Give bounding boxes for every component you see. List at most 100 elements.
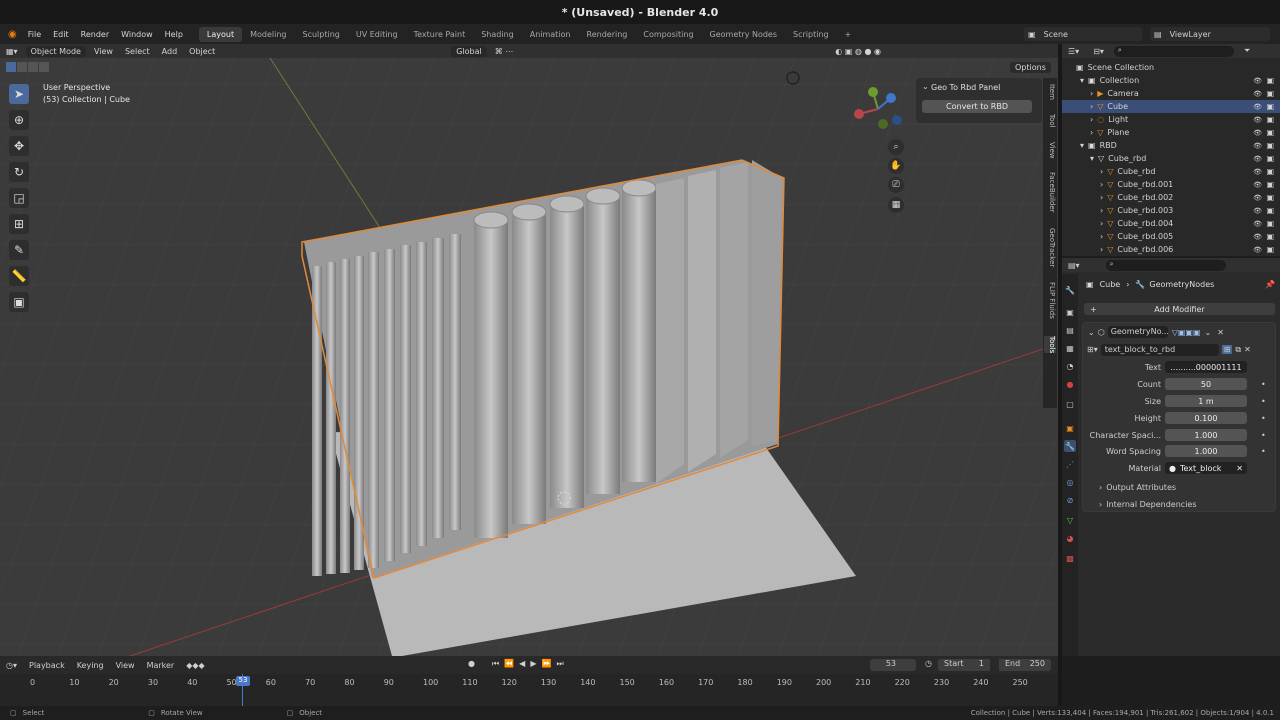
tab-layout[interactable]: Layout xyxy=(198,26,243,42)
outliner-row[interactable]: › ▽ Cube_rbd.001 👁 ▣ xyxy=(1062,178,1280,191)
tab-geometry-nodes[interactable]: Geometry Nodes xyxy=(702,27,785,42)
visibility-eye-icon[interactable]: 👁 xyxy=(1253,90,1262,98)
expand-arrow-icon[interactable]: › xyxy=(1090,102,1093,111)
outliner-row[interactable]: › ▽ Cube_rbd.003 👁 ▣ xyxy=(1062,204,1280,217)
visibility-eye-icon[interactable]: 👁 xyxy=(1253,168,1262,176)
visibility-eye-icon[interactable]: 👁 xyxy=(1253,116,1262,124)
expand-icon[interactable]: ⌄ xyxy=(1088,328,1095,337)
tab-compositing[interactable]: Compositing xyxy=(635,27,701,42)
navigation-gizmo[interactable] xyxy=(853,84,903,134)
timeline-editor-icon[interactable]: ◷▾ xyxy=(0,661,23,670)
add-workspace-icon[interactable]: + xyxy=(837,27,860,42)
tab-animation[interactable]: Animation xyxy=(522,27,579,42)
preview-range-icon[interactable]: ◷ xyxy=(925,659,932,668)
tab-modeling[interactable]: Modeling xyxy=(242,27,294,42)
render-toggle-icon[interactable]: ▣ xyxy=(1266,115,1274,124)
tab-flip-fluids[interactable]: FLIP Fluids xyxy=(1044,282,1056,319)
data-tab-icon[interactable]: ▽ xyxy=(1064,514,1076,526)
pan-hand-icon[interactable]: ✋ xyxy=(888,158,904,174)
expand-arrow-icon[interactable]: › xyxy=(1100,193,1103,202)
options-button[interactable]: Options xyxy=(1010,62,1051,73)
select-mode-buttons[interactable] xyxy=(6,62,49,72)
start-frame-field[interactable]: Start 1 xyxy=(938,659,990,671)
outliner-row[interactable]: › ▽ Plane 👁 ▣ xyxy=(1062,126,1280,139)
select-new-icon[interactable] xyxy=(6,62,16,72)
node-tree-icon[interactable]: ⊞▾ xyxy=(1087,345,1098,354)
character-spacing-field[interactable]: 1.000 xyxy=(1165,429,1247,441)
world-tab-icon[interactable]: ● xyxy=(1064,378,1076,390)
outliner-row[interactable]: ▾ ▣ Collection 👁 ▣ xyxy=(1062,74,1280,87)
count-keyframe-icon[interactable]: • xyxy=(1261,380,1266,389)
visibility-eye-icon[interactable]: 👁 xyxy=(1253,155,1262,163)
menu-render[interactable]: Render xyxy=(75,30,115,39)
outliner-filter-icon[interactable]: ⏷ xyxy=(1244,46,1250,56)
keyframe-icons[interactable]: ◆◆◆ xyxy=(180,661,210,670)
tab-texture-paint[interactable]: Texture Paint xyxy=(406,27,474,42)
menu-keying[interactable]: Keying xyxy=(71,661,110,670)
duplicate-icon[interactable]: ⧉ xyxy=(1235,345,1241,355)
ortho-grid-icon[interactable]: ▦ xyxy=(888,197,904,213)
size-keyframe-icon[interactable]: • xyxy=(1261,397,1266,406)
tab-geotracker[interactable]: GeoTracker xyxy=(1044,228,1056,267)
tab-item[interactable]: Item xyxy=(1044,84,1056,100)
visibility-eye-icon[interactable]: 👁 xyxy=(1253,194,1262,202)
visibility-eye-icon[interactable]: 👁 xyxy=(1253,103,1262,111)
annotate-tool-icon[interactable]: ✎ xyxy=(9,240,29,260)
constraints-tab-icon[interactable]: ⊘ xyxy=(1064,494,1076,506)
visibility-eye-icon[interactable]: 👁 xyxy=(1253,220,1262,228)
menu-help[interactable]: Help xyxy=(159,30,189,39)
render-toggle-icon[interactable]: ▣ xyxy=(1266,167,1274,176)
3d-viewport[interactable]: ▦▾ Object Mode View Select Add Object Gl… xyxy=(0,44,1058,656)
editor-type-icon[interactable]: ▦▾ xyxy=(0,47,24,56)
physics-tab-icon[interactable]: ◎ xyxy=(1064,476,1076,488)
scale-tool-icon[interactable]: ◲ xyxy=(9,188,29,208)
measure-tool-icon[interactable]: 📏 xyxy=(9,266,29,286)
menu-select[interactable]: Select xyxy=(119,47,156,56)
tab-tool[interactable]: Tool xyxy=(1044,114,1056,128)
scene-tab-icon[interactable]: ◔ xyxy=(1064,360,1076,372)
render-toggle-icon[interactable]: ▣ xyxy=(1266,89,1274,98)
visibility-eye-icon[interactable]: 👁 xyxy=(1253,181,1262,189)
tab-uv-editing[interactable]: UV Editing xyxy=(348,27,406,42)
collection-tab-icon[interactable]: ▢ xyxy=(1064,398,1076,410)
select-extend-icon[interactable] xyxy=(17,62,27,72)
move-tool-icon[interactable]: ✥ xyxy=(9,136,29,156)
current-frame-field[interactable]: 53 xyxy=(870,659,916,671)
panel-collapse-icon[interactable]: ⌄ xyxy=(922,82,929,91)
expand-arrow-icon[interactable]: ▾ xyxy=(1090,154,1094,163)
playhead-frame-badge[interactable]: 53 xyxy=(236,676,250,686)
outliner-row[interactable]: › ▽ Cube_rbd.005 👁 ▣ xyxy=(1062,230,1280,243)
word-spacing-field[interactable]: 1.000 xyxy=(1165,445,1247,457)
play-icon[interactable]: ▶ xyxy=(530,659,536,669)
visibility-eye-icon[interactable]: 👁 xyxy=(1253,142,1262,150)
render-toggle-icon[interactable]: ▣ xyxy=(1266,206,1274,215)
blender-logo-icon[interactable]: ◉ xyxy=(0,29,22,40)
menu-view[interactable]: View xyxy=(88,47,119,56)
menu-timeline-view[interactable]: View xyxy=(110,661,141,670)
menu-add[interactable]: Add xyxy=(156,47,184,56)
expand-arrow-icon[interactable]: › xyxy=(1100,219,1103,228)
output-attributes-section[interactable]: › Output Attributes xyxy=(1099,483,1176,492)
outliner-search-input[interactable]: ⌕ xyxy=(1113,45,1234,57)
select-tool-icon[interactable]: ➤ xyxy=(9,84,29,104)
modifier-toggle-icons[interactable]: ▽▣▣▣ xyxy=(1172,328,1201,337)
select-intersect-icon[interactable] xyxy=(39,62,49,72)
expand-arrow-icon[interactable]: › xyxy=(1100,167,1103,176)
cursor-tool-icon[interactable]: ⊕ xyxy=(9,110,29,130)
internal-dependencies-section[interactable]: › Internal Dependencies xyxy=(1099,500,1197,509)
visibility-eye-icon[interactable]: 👁 xyxy=(1253,77,1262,85)
menu-object[interactable]: Object xyxy=(183,47,221,56)
node-group-field[interactable]: text_block_to_rbd xyxy=(1100,343,1219,356)
prev-keyframe-icon[interactable]: ⏪ xyxy=(504,659,514,669)
snap-icon[interactable]: ⌘ ⋯ xyxy=(489,47,520,56)
height-keyframe-icon[interactable]: • xyxy=(1261,414,1266,423)
editor-divider[interactable] xyxy=(1058,44,1062,706)
outliner-row[interactable]: › ▽ Cube_rbd.006 👁 ▣ xyxy=(1062,243,1280,256)
play-reverse-icon[interactable]: ◀ xyxy=(519,659,525,669)
pin-icon[interactable]: 📌 xyxy=(1265,280,1275,289)
material-clear-icon[interactable]: ✕ xyxy=(1236,464,1243,473)
outliner-row[interactable]: › ▽ Cube_rbd.004 👁 ▣ xyxy=(1062,217,1280,230)
texture-tab-icon[interactable]: ▩ xyxy=(1064,552,1076,564)
outliner-row[interactable]: ▾ ▣ RBD 👁 ▣ xyxy=(1062,139,1280,152)
expand-arrow-icon[interactable]: › xyxy=(1090,89,1093,98)
